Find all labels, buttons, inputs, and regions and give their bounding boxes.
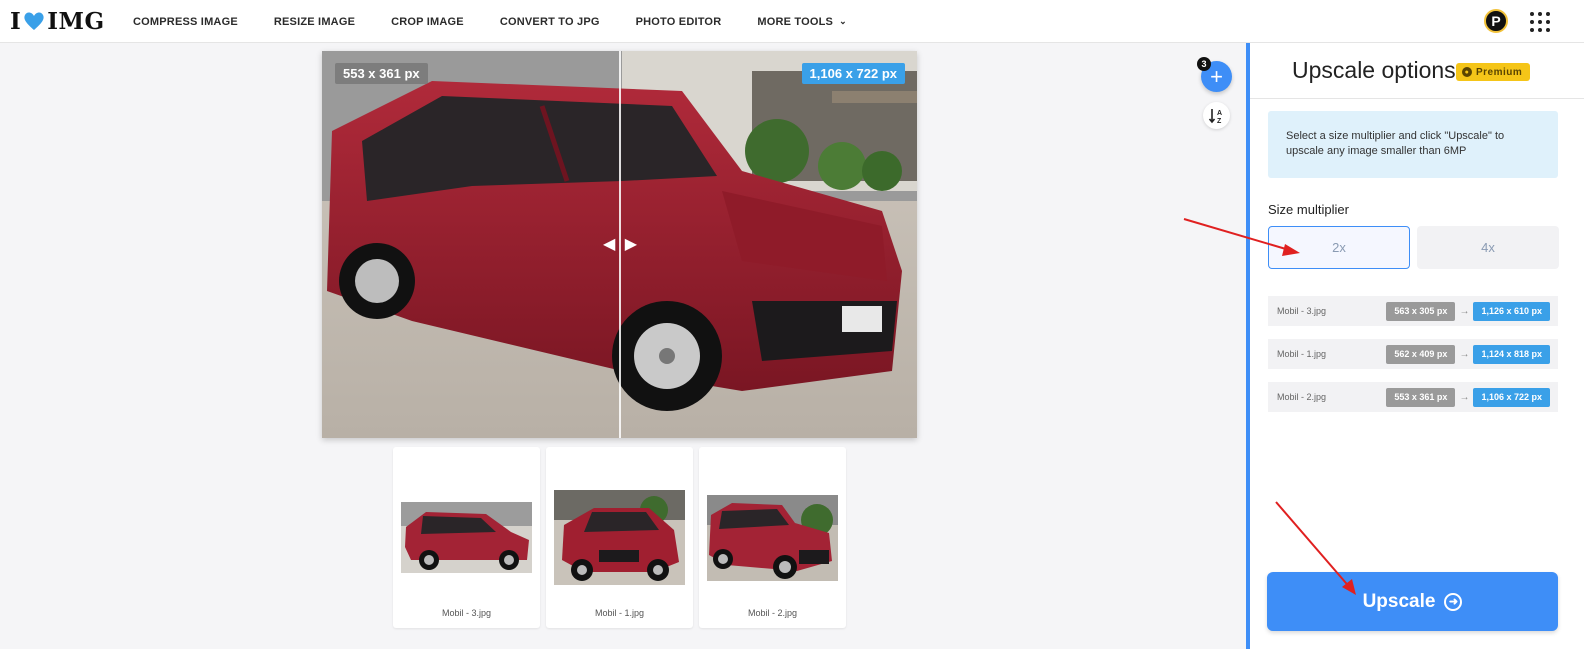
main-nav: COMPRESS IMAGE RESIZE IMAGE CROP IMAGE C… <box>133 0 883 43</box>
arrow-right-icon: → <box>1459 305 1470 317</box>
original-size: 562 x 409 px <box>1386 344 1456 364</box>
nav-more-tools-label: MORE TOOLS <box>757 15 834 28</box>
upscaled-size-badge: 1,106 x 722 px <box>801 63 905 84</box>
file-row: Mobil - 3.jpg 563 x 305 px → 1,126 x 610… <box>1268 296 1558 326</box>
plus-icon: + <box>1210 63 1223 89</box>
panel-title: Upscale options <box>1292 57 1456 83</box>
premium-badge[interactable]: ● Premium <box>1456 63 1531 81</box>
user-avatar[interactable]: P <box>1484 9 1508 33</box>
thumbnail-label: Mobil - 3.jpg <box>441 608 492 618</box>
file-name: Mobil - 3.jpg <box>1277 306 1327 316</box>
premium-coin-icon: ● <box>1462 67 1472 77</box>
thumbnail-item[interactable]: Mobil - 3.jpg <box>393 447 540 628</box>
info-box: Select a size multiplier and click "Upsc… <box>1268 111 1558 178</box>
ilovimg-logo[interactable]: I IMG <box>10 7 105 35</box>
file-row: Mobil - 1.jpg 562 x 409 px → 1,124 x 818… <box>1268 339 1558 369</box>
arrow-circle-right-icon: ➜ <box>1444 592 1463 611</box>
original-size-badge: 553 x 361 px <box>335 63 428 84</box>
chevron-down-icon: ⌄ <box>839 15 847 26</box>
arrow-left-icon: ◀ <box>603 236 616 253</box>
file-count-badge: 3 <box>1197 57 1211 71</box>
size-multiplier-label: Size multiplier <box>1268 202 1349 217</box>
sort-az-button[interactable]: A Z <box>1203 102 1230 129</box>
top-navigation-bar: I IMG COMPRESS IMAGE RESIZE IMAGE CROP I… <box>0 0 1584 43</box>
nav-compress-image[interactable]: COMPRESS IMAGE <box>133 16 238 28</box>
thumbnail-image <box>707 495 838 581</box>
new-size: 1,124 x 818 px <box>1473 344 1550 364</box>
nav-crop-image[interactable]: CROP IMAGE <box>391 16 464 28</box>
apps-grid-icon[interactable] <box>1530 12 1550 32</box>
thumbnail-item[interactable]: Mobil - 2.jpg <box>699 447 846 628</box>
multiplier-2x-option[interactable]: 2x <box>1268 226 1410 269</box>
nav-resize-image[interactable]: RESIZE IMAGE <box>274 16 355 28</box>
original-size: 553 x 361 px <box>1386 387 1456 407</box>
nav-more-tools[interactable]: MORE TOOLS ⌄ <box>757 16 847 28</box>
nav-convert-to-jpg[interactable]: CONVERT TO JPG <box>500 16 600 28</box>
upscale-options-panel: Upscale options ● Premium Select a size … <box>1246 43 1584 649</box>
file-row: Mobil - 2.jpg 553 x 361 px → 1,106 x 722… <box>1268 382 1558 412</box>
multiplier-4x-option[interactable]: 4x <box>1417 226 1559 269</box>
panel-header: Upscale options ● Premium <box>1250 43 1584 99</box>
svg-text:Z: Z <box>1217 118 1222 125</box>
upscale-button[interactable]: Upscale ➜ <box>1267 572 1558 631</box>
logo-text-i: I <box>10 7 22 35</box>
arrow-right-icon: ▶ <box>624 236 637 253</box>
workspace: ◀ ▶ 553 x 361 px 1,106 x 722 px + 3 A Z … <box>0 43 1246 649</box>
thumbnail-list: Mobil - 3.jpg Mobil - 1.jpg Mobil - 2.jp… <box>393 447 852 628</box>
heart-icon <box>24 12 44 30</box>
thumbnail-label: Mobil - 2.jpg <box>747 608 798 618</box>
divider-handle[interactable]: ◀ ▶ <box>603 234 637 254</box>
original-size: 563 x 305 px <box>1386 301 1456 321</box>
thumbnail-item[interactable]: Mobil - 1.jpg <box>546 447 693 628</box>
new-size: 1,126 x 610 px <box>1473 301 1550 321</box>
thumbnail-image <box>554 490 685 585</box>
thumbnail-image <box>401 502 532 573</box>
file-name: Mobil - 1.jpg <box>1277 349 1327 359</box>
arrow-right-icon: → <box>1459 391 1470 403</box>
thumbnail-label: Mobil - 1.jpg <box>594 608 645 618</box>
comparison-preview[interactable]: ◀ ▶ 553 x 361 px 1,106 x 722 px <box>322 51 917 438</box>
premium-label: Premium <box>1476 66 1523 78</box>
nav-photo-editor[interactable]: PHOTO EDITOR <box>636 16 722 28</box>
sort-az-icon: A Z <box>1208 108 1222 125</box>
upscale-button-label: Upscale <box>1362 590 1436 612</box>
file-name: Mobil - 2.jpg <box>1277 392 1327 402</box>
new-size: 1,106 x 722 px <box>1473 387 1550 407</box>
arrow-right-icon: → <box>1459 348 1470 360</box>
svg-text:A: A <box>1217 110 1222 117</box>
logo-text-img: IMG <box>47 7 105 35</box>
